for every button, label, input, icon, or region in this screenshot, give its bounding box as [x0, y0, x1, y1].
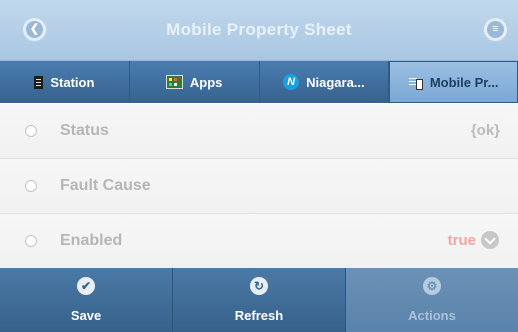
property-row-fault-cause[interactable]: Fault Cause [0, 159, 518, 214]
chevron-down-icon[interactable] [481, 231, 499, 249]
property-label: Fault Cause [60, 177, 151, 194]
action-bar: ✔ Save ↻ Refresh ⚙ Actions [0, 268, 518, 332]
property-row-status[interactable]: Status {ok} [0, 104, 518, 159]
radio-button[interactable] [25, 235, 37, 247]
refresh-icon: ↻ [250, 277, 268, 295]
radio-button[interactable] [25, 125, 37, 137]
check-icon: ✔ [77, 277, 95, 295]
menu-icon: ≡ [487, 21, 504, 38]
nav-tabs: Station Apps N Niagara... Mobile Pr... [0, 61, 518, 103]
tab-apps[interactable]: Apps [129, 61, 260, 103]
niagara-icon: N [283, 74, 300, 90]
refresh-button[interactable]: ↻ Refresh [173, 268, 346, 332]
apps-icon [165, 75, 183, 89]
app-header: ❮ Mobile Property Sheet ≡ [0, 0, 518, 61]
tab-label: Apps [189, 74, 223, 90]
tab-label: Niagara... [306, 74, 365, 90]
save-button[interactable]: ✔ Save [0, 268, 173, 332]
property-label: Enabled [60, 232, 123, 249]
property-row-enabled[interactable]: Enabled true [0, 214, 518, 268]
menu-button[interactable]: ≡ [483, 17, 508, 42]
tab-station[interactable]: Station [0, 61, 130, 103]
property-value: true [447, 232, 476, 249]
tab-niagara[interactable]: N Niagara... [259, 61, 390, 103]
station-icon [34, 75, 44, 89]
property-label: Status [60, 122, 109, 139]
mobile-property-icon [408, 76, 423, 90]
radio-button[interactable] [25, 180, 37, 192]
property-value: {ok} [470, 122, 500, 139]
button-label: Refresh [234, 308, 284, 323]
button-label: Actions [408, 308, 456, 323]
tab-label: Station [50, 74, 95, 90]
actions-button[interactable]: ⚙ Actions [346, 268, 518, 332]
button-label: Save [70, 308, 102, 323]
gear-icon: ⚙ [423, 277, 441, 295]
tab-mobile-property-sheet[interactable]: Mobile Pr... [389, 61, 518, 103]
page-title: Mobile Property Sheet [166, 20, 352, 39]
property-list: Status {ok} Fault Cause Enabled true [0, 104, 518, 268]
tab-label: Mobile Pr... [429, 74, 499, 90]
